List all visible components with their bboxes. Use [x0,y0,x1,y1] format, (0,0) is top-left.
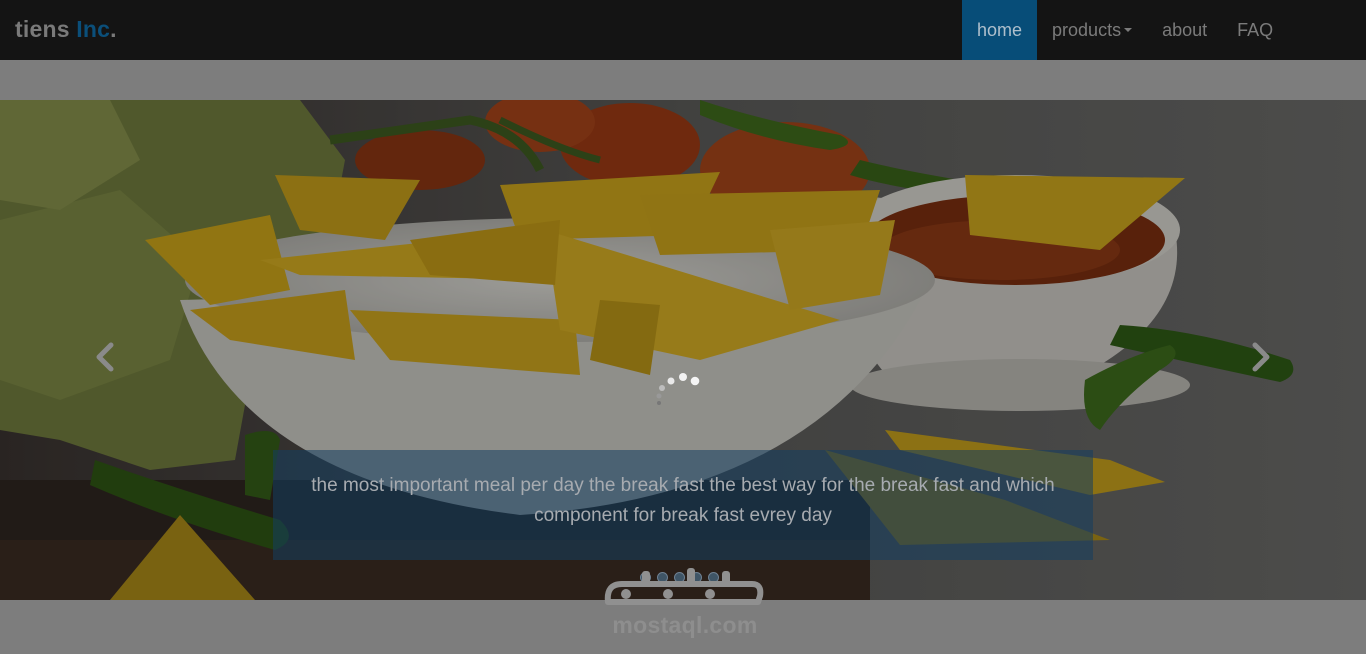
carousel-caption: the most important meal per day the brea… [273,450,1093,560]
nav-item-label: about [1162,19,1208,40]
top-navbar: tiens Inc. home products about FAQ [0,0,1366,60]
nav-item-label: products [1052,19,1122,40]
carousel-prev-button[interactable] [90,335,120,379]
chevron-left-icon [96,342,114,372]
brand-accent: Inc [76,16,111,42]
brand-logo[interactable]: tiens Inc. [15,16,117,43]
main-nav: home products about FAQ [962,0,1288,60]
brand-name: tiens [15,16,70,42]
mostaql-watermark-logo [604,568,764,605]
carousel-next-button[interactable] [1246,335,1276,379]
brand-dot: . [110,16,117,42]
nav-item-label: home [977,19,1023,40]
spinner-icon [656,373,700,405]
nav-item-about[interactable]: about [1147,0,1222,60]
watermark-text: mostaql.com [612,612,758,638]
chevron-right-icon [1252,342,1270,372]
caret-down-icon [1124,28,1133,32]
carousel-caption-text: the most important meal per day the brea… [311,475,1055,526]
nav-item-home[interactable]: home [962,0,1038,60]
nav-item-faq[interactable]: FAQ [1222,0,1288,60]
nav-item-label: FAQ [1237,19,1274,40]
nav-item-products[interactable]: products [1037,0,1147,60]
